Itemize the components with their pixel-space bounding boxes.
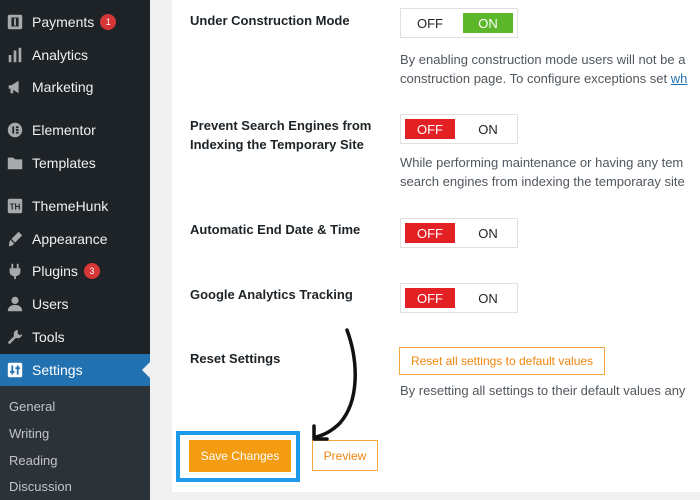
sidebar-item-payments[interactable]: Payments 1 (0, 7, 150, 37)
submenu-item-writing[interactable]: Writing (9, 426, 49, 441)
sidebar-item-label: ThemeHunk (32, 198, 109, 214)
toggle-off-option[interactable]: OFF (405, 119, 455, 139)
toggle-on-option[interactable]: ON (463, 288, 513, 308)
prevent-search-engines-toggle[interactable]: OFF ON (400, 114, 518, 144)
automatic-end-date-toggle[interactable]: OFF ON (400, 218, 518, 248)
sidebar-item-elementor[interactable]: Elementor (0, 115, 150, 145)
submenu-item-general[interactable]: General (9, 399, 55, 414)
label-line: Indexing the Temporary Site (190, 137, 364, 152)
svg-text:TH: TH (10, 203, 21, 212)
sidebar-item-label: Appearance (32, 231, 108, 247)
toggle-on-option[interactable]: ON (463, 223, 513, 243)
toggle-on-option[interactable]: ON (463, 119, 513, 139)
sidebar-item-analytics[interactable]: Analytics (0, 40, 150, 70)
payments-icon (5, 12, 25, 32)
description-line: By enabling construction mode users will… (400, 52, 686, 67)
notification-badge: 3 (83, 263, 100, 279)
submenu-item-reading[interactable]: Reading (9, 453, 57, 468)
reset-settings-label: Reset Settings (190, 351, 281, 366)
under-construction-description: By enabling construction mode users will… (400, 50, 700, 88)
under-construction-toggle[interactable]: OFF ON (400, 8, 518, 38)
megaphone-icon (5, 77, 25, 97)
sidebar-item-label: Plugins (32, 263, 78, 279)
save-changes-button[interactable]: Save Changes (189, 440, 291, 472)
sidebar-item-users[interactable]: Users (0, 289, 150, 319)
active-indicator (142, 362, 150, 378)
sidebar-item-marketing[interactable]: Marketing (0, 72, 150, 102)
sidebar-item-plugins[interactable]: Plugins 3 (0, 256, 150, 286)
themehunk-icon: TH (5, 196, 25, 216)
annotation-arrow-icon (312, 328, 357, 441)
settings-icon (5, 360, 25, 380)
sidebar-item-label: Payments (32, 14, 95, 30)
description-line: search engines from indexing the tempora… (400, 174, 685, 189)
description-line: construction page. To configure exceptio… (400, 69, 700, 88)
sidebar-item-label: Marketing (32, 79, 94, 95)
reset-all-settings-button[interactable]: Reset all settings to default values (399, 347, 605, 375)
notification-badge: 1 (100, 14, 117, 30)
analytics-icon (5, 45, 25, 65)
google-analytics-label: Google Analytics Tracking (190, 287, 353, 302)
sidebar-item-label: Users (32, 296, 69, 312)
admin-sidebar: Payments 1 Analytics Marketing Elementor… (0, 0, 150, 500)
wrench-icon (5, 327, 25, 347)
settings-submenu: General Writing Reading Discussion (0, 386, 150, 500)
sidebar-item-label: Tools (32, 329, 65, 345)
submenu-item-discussion[interactable]: Discussion (9, 479, 72, 494)
automatic-end-date-label: Automatic End Date & Time (190, 222, 361, 237)
sidebar-item-templates[interactable]: Templates (0, 148, 150, 178)
under-construction-label: Under Construction Mode (190, 13, 350, 28)
paintbrush-icon (5, 229, 25, 249)
toggle-off-option[interactable]: OFF (405, 223, 455, 243)
sidebar-item-label: Elementor (32, 122, 96, 138)
toggle-on-option[interactable]: ON (463, 13, 513, 33)
label-line: Prevent Search Engines from (190, 118, 372, 133)
sidebar-item-label: Settings (32, 362, 83, 378)
sidebar-item-appearance[interactable]: Appearance (0, 224, 150, 254)
elementor-icon (5, 120, 25, 140)
sidebar-item-label: Analytics (32, 47, 89, 63)
exceptions-link[interactable]: wh (671, 71, 688, 86)
sidebar-item-settings[interactable]: Settings (0, 354, 150, 386)
prevent-search-engines-label: Prevent Search Engines from Indexing the… (190, 116, 371, 154)
sidebar-item-themehunk[interactable]: TH ThemeHunk (0, 191, 150, 221)
plugin-icon (5, 261, 25, 281)
reset-settings-description: By resetting all settings to their defau… (400, 383, 686, 398)
prevent-search-engines-description: While performing maintenance or having a… (400, 153, 700, 191)
sidebar-item-label: Templates (32, 155, 96, 171)
sidebar-item-tools[interactable]: Tools (0, 322, 150, 352)
description-text: construction page. To configure exceptio… (400, 71, 671, 86)
toggle-off-option[interactable]: OFF (405, 13, 455, 33)
description-line: While performing maintenance or having a… (400, 155, 684, 170)
user-icon (5, 294, 25, 314)
folder-icon (5, 153, 25, 173)
google-analytics-toggle[interactable]: OFF ON (400, 283, 518, 313)
toggle-off-option[interactable]: OFF (405, 288, 455, 308)
